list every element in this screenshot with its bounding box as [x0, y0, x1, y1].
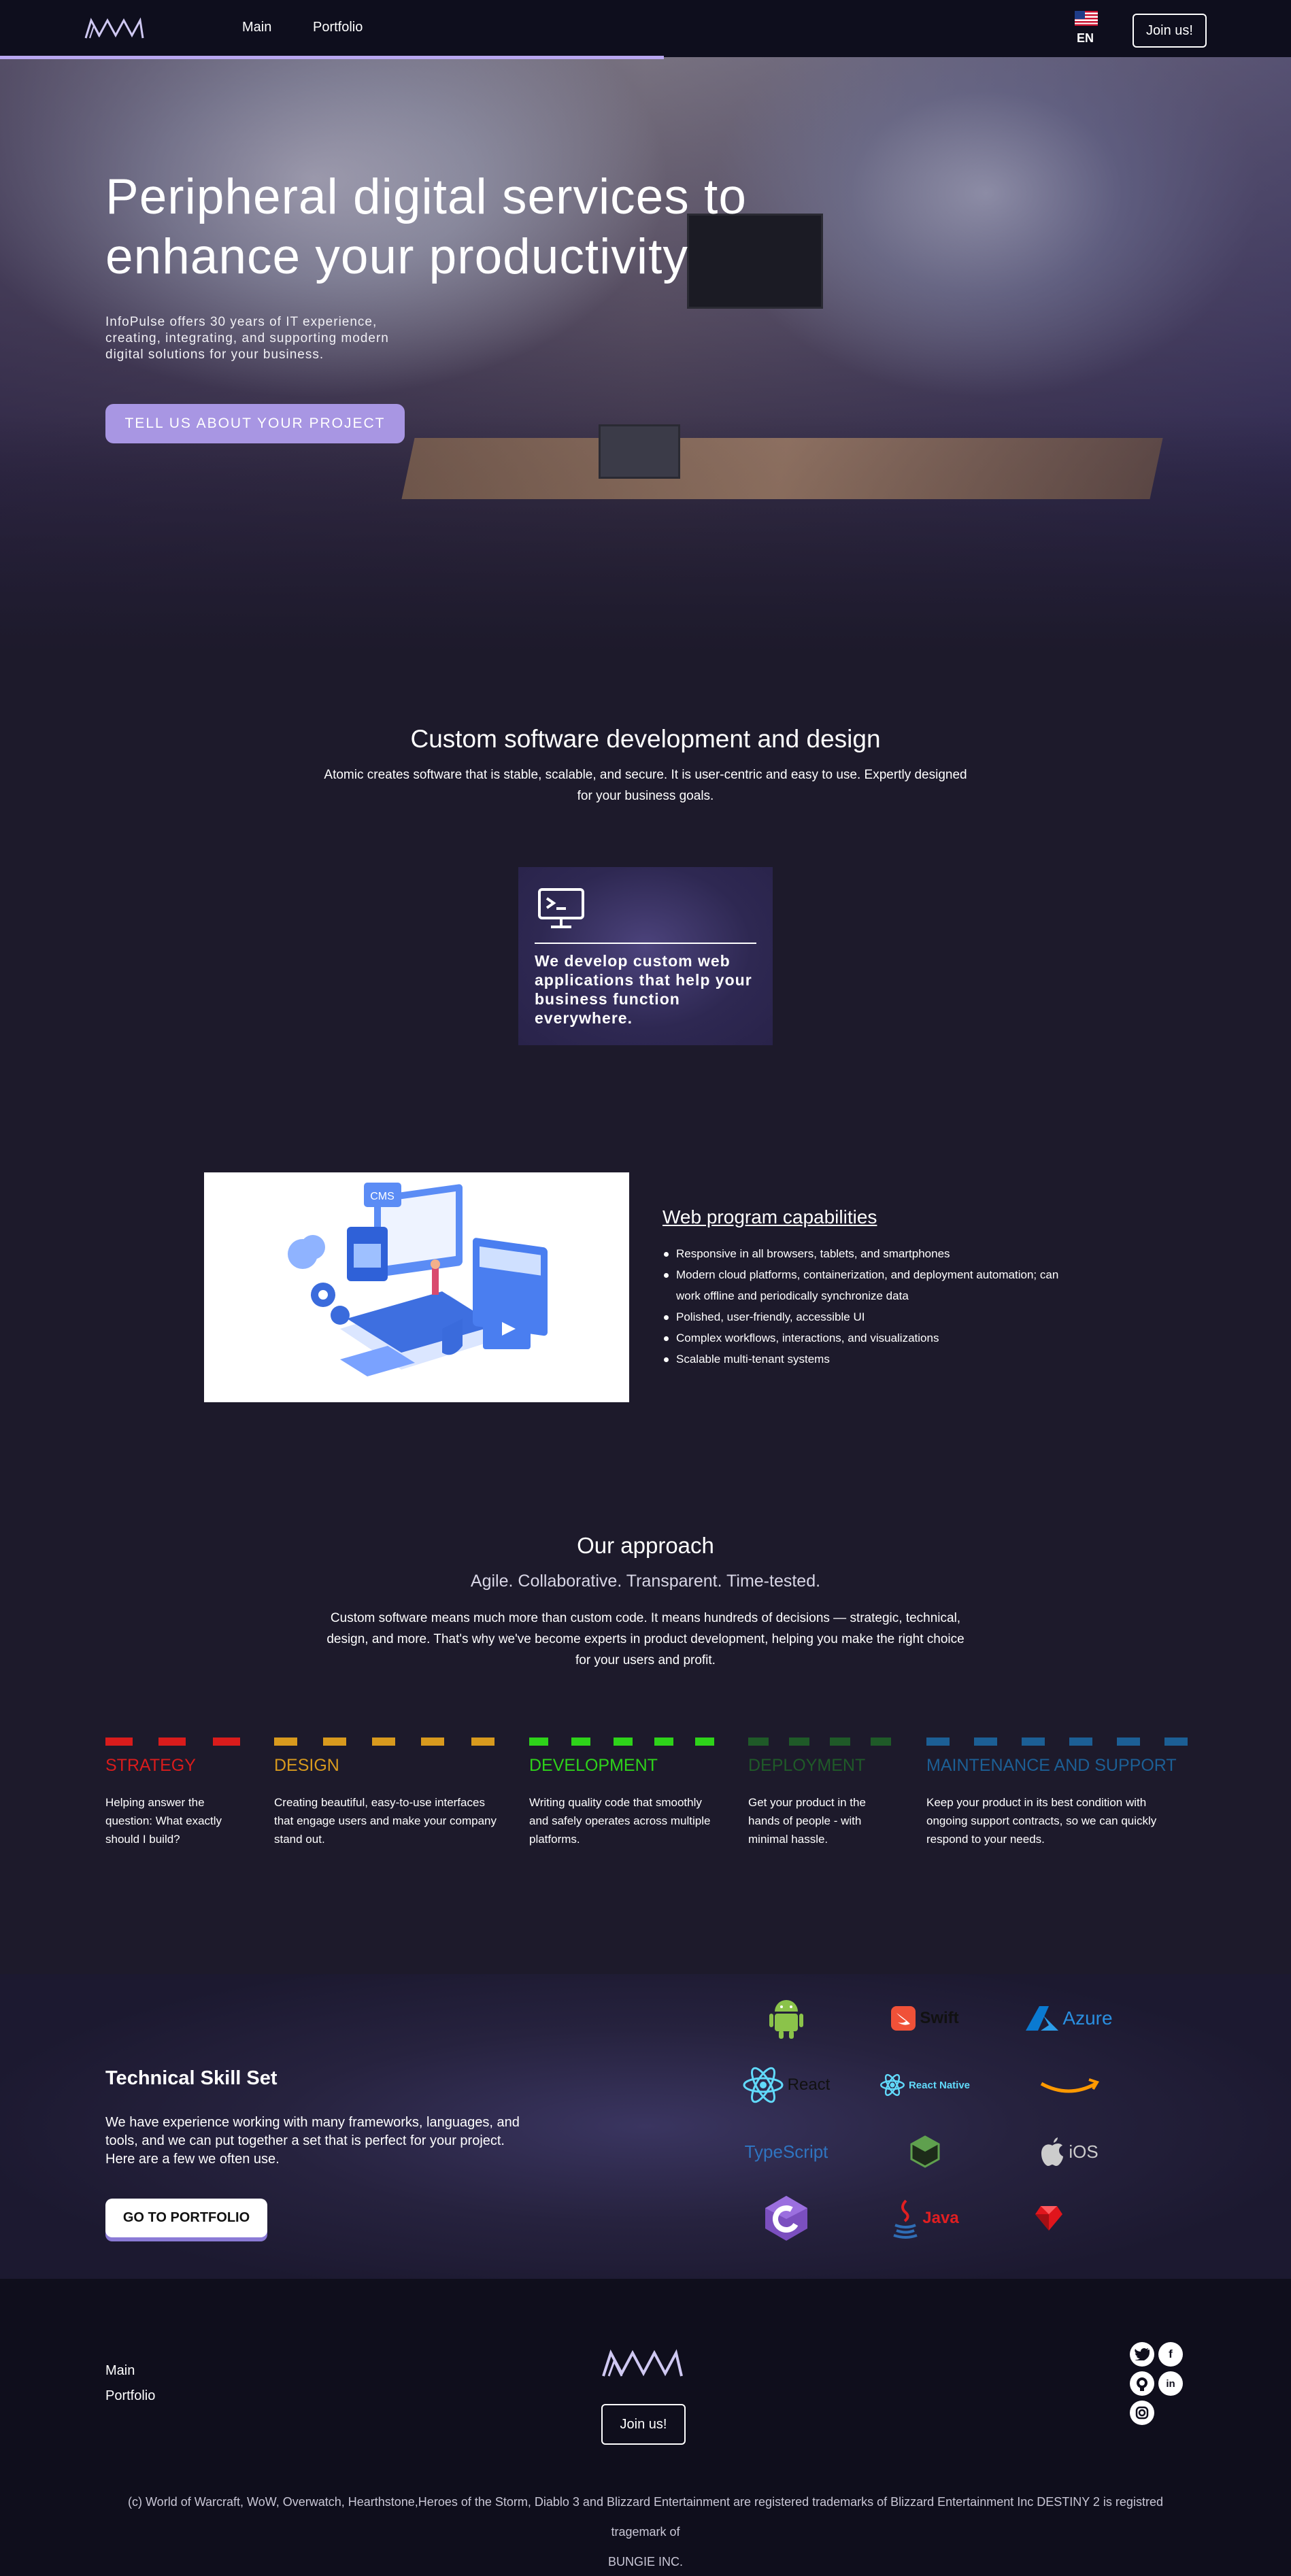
approach-stage-maintenance: MAINTENANCE AND SUPPORT Keep your produc…	[926, 1737, 1188, 1848]
service-card: We develop custom web applications that …	[518, 867, 773, 1045]
custom-software-text-line1: Atomic creates software that is stable, …	[324, 768, 967, 782]
stage-title: MAINTENANCE AND SUPPORT	[926, 1756, 1177, 1775]
list-item: Complex workflows, interactions, and vis…	[663, 1327, 1084, 1349]
top-navbar: Main Portfolio EN Join us!	[0, 0, 1291, 59]
react-native-icon: React Native	[864, 2061, 986, 2109]
hero-title-line2: enhance your productivity	[105, 229, 688, 284]
azure-label: Azure	[1062, 2007, 1113, 2029]
stage-title: STRATEGY	[105, 1756, 196, 1775]
list-item: Responsive in all browsers, tablets, and…	[663, 1243, 1084, 1264]
android-icon	[725, 1995, 848, 2042]
stage-dash-bar	[748, 1738, 891, 1746]
footer-brand-logo[interactable]	[601, 2349, 684, 2379]
footer: Main Portfolio Join us! f in (c) World o…	[0, 2279, 1291, 2576]
approach-stage-deployment: DEPLOYMENT Get your product in the hands…	[748, 1737, 894, 1848]
terminal-monitor-icon	[538, 888, 584, 928]
swift-icon: Swift	[864, 1995, 986, 2042]
scroll-progress-bar	[0, 56, 664, 59]
cms-badge: CMS	[370, 1191, 395, 1202]
service-card-text: We develop custom web applications that …	[535, 952, 752, 1027]
skills-title: Technical Skill Set	[105, 2067, 278, 2089]
typescript-icon: TypeScript	[725, 2128, 848, 2175]
java-icon: Java	[864, 2194, 986, 2242]
github-icon[interactable]	[1130, 2371, 1154, 2396]
footer-join-us-button[interactable]: Join us!	[601, 2404, 686, 2445]
stage-title: DEPLOYMENT	[748, 1756, 866, 1775]
nodejs-icon	[864, 2128, 986, 2175]
approach-stage-design: DESIGN Creating beautiful, easy-to-use i…	[274, 1737, 502, 1848]
ios-label: iOS	[1069, 2141, 1099, 2162]
list-item: Polished, user-friendly, accessible UI	[663, 1306, 1084, 1327]
approach-text: Custom software means much more than cus…	[204, 1608, 1087, 1671]
join-us-button[interactable]: Join us!	[1133, 14, 1207, 48]
copyright-line2: BUNGIE INC.	[607, 2555, 683, 2569]
react-icon: React	[725, 2061, 848, 2109]
approach-title: Our approach	[577, 1533, 714, 1558]
approach-text-line1: Custom software means much more than cus…	[330, 1611, 961, 1625]
stage-text: Helping answer the question: What exactl…	[105, 1796, 222, 1846]
stage-text: Writing quality code that smoothly and s…	[529, 1796, 711, 1846]
stage-title: DEVELOPMENT	[529, 1756, 658, 1775]
nav-link-main[interactable]: Main	[242, 20, 271, 35]
stage-dash-bar	[105, 1738, 240, 1746]
list-item: Modern cloud platforms, containerization…	[663, 1264, 1084, 1306]
stage-text: Keep your product in its best condition …	[926, 1796, 1157, 1846]
footer-link-main[interactable]: Main	[105, 2363, 135, 2379]
stage-dash-bar	[926, 1738, 1188, 1746]
skills-section: Technical Skill Set We have experience w…	[0, 1974, 1291, 2279]
approach-stage-development: DEVELOPMENT Writing quality code that sm…	[529, 1737, 720, 1848]
hero-photo-laptop	[599, 424, 680, 479]
us-flag-icon[interactable]	[1075, 11, 1098, 26]
hero-title: Peripheral digital services to enhance y…	[105, 167, 854, 287]
hero-title-line1: Peripheral digital services to	[105, 169, 747, 224]
footer-link-portfolio[interactable]: Portfolio	[105, 2388, 155, 2404]
typescript-label: TypeScript	[744, 2141, 828, 2162]
web-program-title[interactable]: Web program capabilities	[663, 1206, 877, 1228]
hero-section: Peripheral digital services to enhance y…	[0, 57, 1291, 653]
custom-software-text: Atomic creates software that is stable, …	[204, 764, 1087, 807]
approach-stage-strategy: STRATEGY Helping answer the question: Wh…	[105, 1737, 241, 1848]
tell-us-about-project-button[interactable]: TELL US ABOUT YOUR PROJECT	[105, 404, 405, 443]
custom-software-text-line2: for your business goals.	[577, 789, 714, 803]
card-divider	[535, 943, 756, 944]
stage-dash-bar	[274, 1738, 494, 1746]
skills-text: We have experience working with many fra…	[105, 2115, 520, 2167]
hero-description: InfoPulse offers 30 years of IT experien…	[105, 315, 389, 362]
go-to-portfolio-button[interactable]: GO TO PORTFOLIO	[105, 2199, 267, 2237]
list-item: Scalable multi-tenant systems	[663, 1349, 1084, 1370]
language-selector[interactable]: EN	[1077, 31, 1094, 46]
csharp-icon	[725, 2194, 848, 2242]
approach-text-line2: design, and more. That's why we've becom…	[326, 1632, 965, 1646]
stage-dash-bar	[529, 1738, 714, 1746]
instagram-icon[interactable]	[1130, 2401, 1154, 2425]
web-program-illustration: CMS	[204, 1172, 629, 1402]
copyright-line1: (c) World of Warcraft, WoW, Overwatch, H…	[128, 2495, 1163, 2539]
copyright-text: (c) World of Warcraft, WoW, Overwatch, H…	[102, 2487, 1189, 2576]
hero-photo-desk	[401, 438, 1163, 499]
stage-text: Get your product in the hands of people …	[748, 1796, 866, 1846]
custom-software-title: Custom software development and design	[410, 725, 881, 753]
approach-text-line3: for your users and profit.	[575, 1653, 716, 1667]
react-native-label: React Native	[908, 2079, 971, 2091]
swift-label: Swift	[920, 2009, 959, 2027]
web-program-list: Responsive in all browsers, tablets, and…	[663, 1243, 1084, 1370]
azure-icon: Azure	[1008, 1995, 1130, 2042]
amazon-icon	[1008, 2061, 1130, 2109]
stage-text: Creating beautiful, easy-to-use interfac…	[274, 1796, 497, 1846]
stage-title: DESIGN	[274, 1756, 339, 1775]
java-label: Java	[922, 2209, 959, 2227]
twitter-icon[interactable]	[1130, 2342, 1154, 2367]
apple-ios-icon: iOS	[1008, 2128, 1130, 2175]
nav-link-portfolio[interactable]: Portfolio	[313, 20, 363, 35]
brand-logo[interactable]	[84, 18, 144, 39]
linkedin-icon[interactable]: in	[1158, 2371, 1183, 2396]
react-label: React	[787, 2075, 831, 2094]
ruby-icon	[988, 2194, 1110, 2242]
approach-subtitle: Agile. Collaborative. Transparent. Time-…	[470, 1572, 821, 1591]
facebook-icon[interactable]: f	[1158, 2342, 1183, 2367]
